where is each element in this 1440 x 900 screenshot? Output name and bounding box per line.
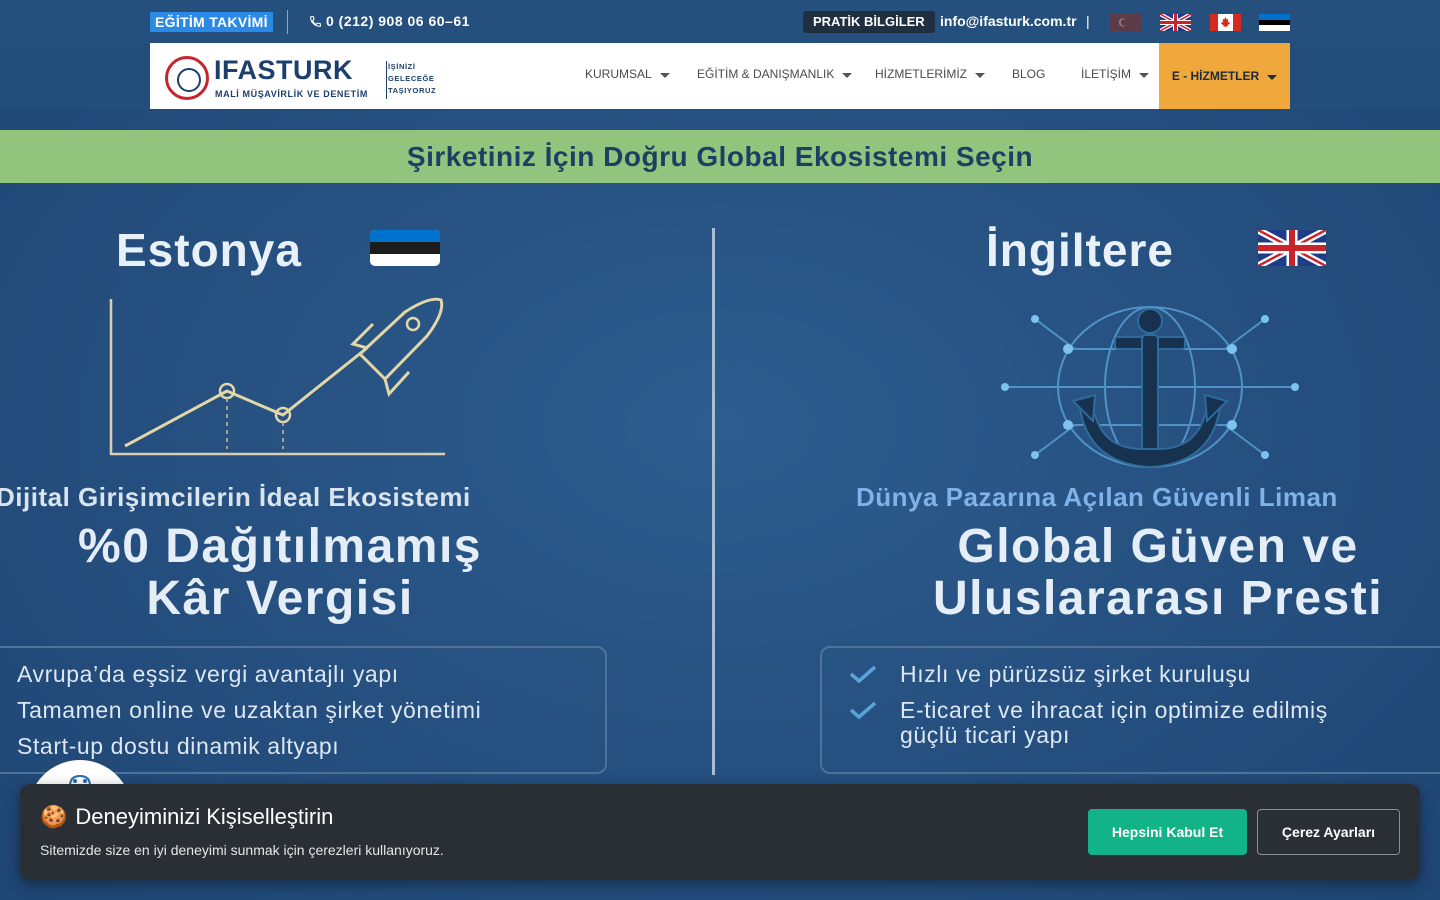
nav-item-label: İLETİŞİM [1081,67,1132,81]
nav-item-hizmetlerimiz[interactable]: HİZMETLERİMİZ [875,67,985,81]
topbar-divider [287,10,288,34]
chevron-down-icon [1139,72,1150,78]
logo-slogan: İŞİNİZİ GELECEĞE TAŞIYORUZ [388,61,436,97]
logo-emblem-icon [165,56,209,100]
phone-icon [310,15,321,27]
e-services-label: E - HİZMETLER [1171,69,1260,83]
uk-feature: Hızlı ve pürüzsüz şirket kuruluşu [900,661,1251,687]
chevron-down-icon [842,72,853,78]
estonia-feature: Avrupa’da eşsiz vergi avantajlı yapı [17,661,399,687]
main-navbar: IFASTURK MALİ MÜŞAVİRLİK VE DENETİM İŞİN… [150,43,1290,109]
uk-headline-line: Uluslararası Presti [932,572,1384,625]
nav-item-label: BLOG [1012,67,1046,81]
nav-item-blog[interactable]: BLOG [1012,67,1045,81]
nav-item-kurumsal[interactable]: KURUMSAL [585,67,670,81]
hero-banner[interactable]: Şirketiniz İçin Doğru Global Ekosistemi … [0,109,1440,900]
chevron-down-icon [1267,74,1278,80]
uk-headline: Global Güven ve Uluslararası Presti [848,521,1440,625]
cookie-icon: 🍪 [40,804,68,829]
chevron-down-icon [659,72,670,78]
canada-flag-icon[interactable] [1210,14,1241,31]
estonia-feature: Start-up dostu dinamik altyapı [17,733,340,759]
logo-slogan-line: GELECEĞE [388,74,435,83]
logo-name: IFASTURK [214,55,353,85]
e-services-button[interactable]: E - HİZMETLER [1159,43,1290,109]
topbar-separator: | [1086,13,1090,29]
estonia-title: Estonya [116,224,302,276]
estonia-headline: %0 Dağıtılmamış Kâr Vergisi [0,521,560,625]
estonia-flag-icon[interactable] [1259,14,1290,31]
uk-feature: E-ticaret ve ihracat için optimize edilm… [900,697,1328,723]
cookie-title-text: Deneyiminizi Kişiselleştirin [75,804,334,829]
nav-item-label: HİZMETLERİMİZ [875,67,967,81]
accept-all-cookies-button[interactable]: Hepsini Kabul Et [1088,809,1247,855]
nav-item-egitim-danismanlik[interactable]: EĞİTİM & DANIŞMANLIK [697,67,853,81]
uk-tagline: Dünya Pazarına Açılan Güvenli Liman [856,482,1338,512]
cookie-title: 🍪 Deneyiminizi Kişiselleştirin [40,804,333,830]
phone-link[interactable]: 0 (212) 908 06 60–61 [309,13,470,29]
check-icon [849,665,877,684]
email-link[interactable]: info@ifasturk.com.tr [940,13,1077,29]
nav-item-iletisim[interactable]: İLETİŞİM [1081,67,1150,81]
uk-flag-graphic-icon [1258,230,1326,266]
estonia-headline-line: %0 Dağıtılmamış [78,520,482,573]
nav-item-label: KURUMSAL [585,67,652,81]
top-bar: EĞİTİM TAKVİMİ 0 (212) 908 06 60–61 PRAT… [0,0,1440,43]
uk-title: İngiltere [986,224,1174,276]
logo-slogan-line: TAŞIYORUZ [388,86,437,95]
turkey-flag-icon[interactable] [1110,14,1141,31]
uk-headline-line: Global Güven ve [957,520,1359,573]
estonia-feature: Tamamen online ve uzaktan şirket yönetim… [17,697,482,723]
cookie-consent-bar: 🍪 Deneyiminizi Kişiselleştirin Sitemizde… [20,784,1420,880]
check-icon [849,701,877,720]
phone-number: 0 (212) 908 06 60–61 [326,13,470,29]
growth-chart-rocket-icon [109,297,445,456]
logo-divider [386,61,387,99]
hero-headline-strip: Şirketiniz İçin Doğru Global Ekosistemi … [0,130,1440,183]
logo-subtitle: MALİ MÜŞAVİRLİK VE DENETİM [215,89,368,99]
estonia-tagline: Dijital Girişimcilerin İdeal Ekosistemi [0,482,471,512]
hero-column-divider [712,228,715,775]
practical-info-button[interactable]: PRATİK BİLGİLER [803,11,935,33]
nav-item-label: EĞİTİM & DANIŞMANLIK [697,67,835,81]
estonia-flag-graphic-icon [370,230,440,266]
cookie-description: Sitemizde size en iyi deneyimi sunmak iç… [40,842,444,858]
hero-headline: Şirketiniz İçin Doğru Global Ekosistemi … [406,140,1034,172]
estonia-headline-line: Kâr Vergisi [146,572,414,625]
anchor-globe-icon [1001,306,1299,469]
uk-flag-icon[interactable] [1160,14,1191,31]
logo-slogan-line: İŞİNİZİ [388,62,416,71]
training-calendar-link[interactable]: EĞİTİM TAKVİMİ [150,12,273,32]
site-logo[interactable]: IFASTURK MALİ MÜŞAVİRLİK VE DENETİM İŞİN… [162,53,452,103]
cookie-settings-button[interactable]: Çerez Ayarları [1257,809,1400,855]
chevron-down-icon [975,72,985,78]
uk-feature: güçlü ticari yapı [900,722,1070,748]
